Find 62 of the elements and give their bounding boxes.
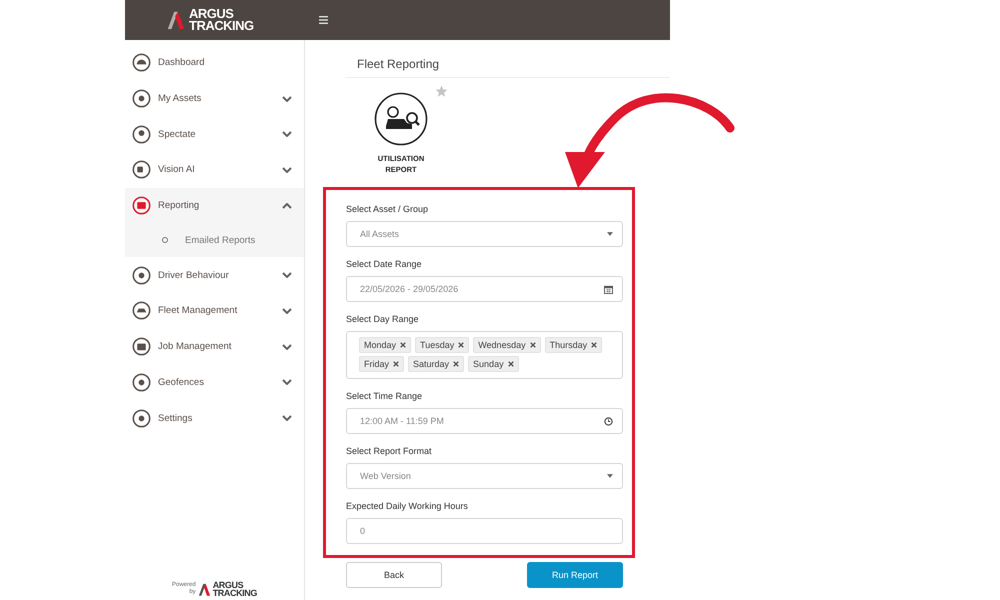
caret-icon xyxy=(607,474,613,478)
remove-icon[interactable] xyxy=(591,342,598,348)
dropdown[interactable]: Web Version xyxy=(346,463,623,489)
day-tag[interactable]: Thursday xyxy=(544,337,602,353)
sidebar-subitem[interactable]: Emailed Reports xyxy=(125,223,304,258)
sidebar-item[interactable]: Job Management xyxy=(125,328,304,364)
chevron-icon xyxy=(282,202,292,209)
field-label: Select Day Range xyxy=(346,313,420,325)
sidebar-item[interactable]: Fleet Management xyxy=(125,293,304,329)
star-icon[interactable] xyxy=(435,85,448,98)
day-tag[interactable]: Sunday xyxy=(468,356,519,372)
page-title: Fleet Reporting xyxy=(357,56,440,73)
logo-icon xyxy=(196,582,212,596)
dropdown[interactable]: All Assets xyxy=(346,221,623,247)
day-tag[interactable]: Wednesday xyxy=(473,337,541,353)
logo-text: ARGUS xyxy=(212,581,244,589)
chevron-icon xyxy=(282,96,292,102)
field-label: Select Report Format xyxy=(346,445,433,457)
sidebar-item[interactable]: Geofences xyxy=(125,364,304,400)
remove-icon[interactable] xyxy=(530,342,536,348)
chevron-icon xyxy=(282,308,292,314)
chevron-icon xyxy=(282,415,292,422)
sidebar-item[interactable]: Settings xyxy=(125,400,304,436)
sidebar-item[interactable]: Vision AI xyxy=(125,152,304,188)
day-tag[interactable]: Monday xyxy=(359,337,412,353)
remove-icon[interactable] xyxy=(393,361,400,367)
day-tag[interactable]: Saturday xyxy=(408,356,464,372)
caret-icon xyxy=(607,232,613,236)
logo-text: TRACKING xyxy=(212,589,257,597)
chevron-icon xyxy=(282,379,292,386)
chevron-icon xyxy=(282,166,292,173)
sidebar-item[interactable]: Reporting xyxy=(125,188,304,224)
field-label: Expected Daily Working Hours xyxy=(346,500,469,512)
gauge-icon xyxy=(132,53,151,72)
back-button[interactable]: Back xyxy=(346,562,442,588)
logo-icon xyxy=(165,9,187,31)
chevron-icon xyxy=(282,344,292,350)
day-tag[interactable]: Friday xyxy=(359,356,404,372)
remove-icon[interactable] xyxy=(400,342,406,348)
bullet-icon xyxy=(162,237,168,244)
field-label: Select Asset / Group xyxy=(346,203,430,215)
chevron-icon xyxy=(282,272,292,278)
menu-icon[interactable] xyxy=(319,16,328,24)
remove-icon[interactable] xyxy=(458,342,464,348)
remove-icon[interactable] xyxy=(508,361,514,367)
field-label: Select Date Range xyxy=(346,258,423,270)
date-field[interactable]: 22/05/2026 - 29/05/2026 xyxy=(346,276,623,302)
time-field[interactable]: 12:00 AM - 11:59 PM xyxy=(346,408,623,434)
logo-text: ARGUS xyxy=(189,8,234,20)
logo-text: TRACKING xyxy=(189,20,254,32)
chevron-icon xyxy=(282,131,292,138)
field-label: Select Time Range xyxy=(346,390,424,402)
sidebar-item[interactable]: Dashboard xyxy=(125,45,304,81)
sidebar-item[interactable]: Spectate xyxy=(125,116,304,152)
remove-icon[interactable] xyxy=(453,361,460,367)
calendar-icon xyxy=(604,284,613,294)
tag-field[interactable]: Monday Tuesday Wednesday Thursday Friday Saturday Sunday xyxy=(346,331,623,379)
clock-icon xyxy=(604,416,613,426)
sidebar-item[interactable]: Driver Behaviour xyxy=(125,257,304,294)
sidebar-item[interactable]: My Assets xyxy=(125,80,304,116)
day-tag[interactable]: Tuesday xyxy=(415,337,470,353)
input-field[interactable]: 0 xyxy=(346,518,623,544)
